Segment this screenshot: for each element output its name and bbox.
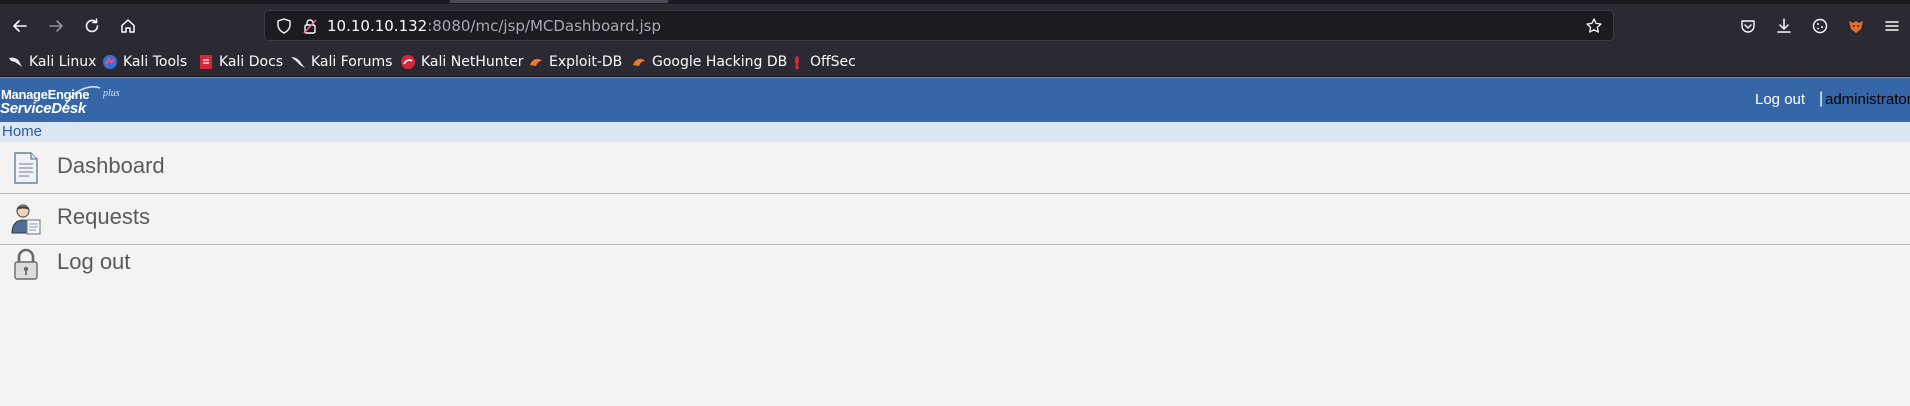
logo-edition: plus [103,88,120,99]
arrow-right-icon [49,20,63,32]
url-text[interactable]: 10.10.10.132:8080/mc/jsp/MCDashboard.jsp [327,17,661,35]
servicedesk-logo[interactable]: ManageEngine ServiceDesk plus [0,82,125,120]
foxyproxy-button[interactable] [1844,14,1868,38]
hamburger-menu-icon [1885,21,1899,31]
bookmark-kali-docs[interactable]: Kali Docs [198,52,283,72]
home-button[interactable] [114,12,142,40]
breadcrumb-home-link[interactable]: Home [2,123,42,140]
breadcrumb: Home [0,122,1910,142]
header-separator: | [1819,90,1824,107]
kali-forums-icon [291,57,305,68]
exploit-db-icon [530,58,542,66]
bookmark-label: OffSec [810,54,856,70]
bookmark-label: Kali Tools [123,54,188,70]
header-username[interactable]: administrator [1825,91,1910,108]
menu-label-requests: Requests [57,204,150,229]
forward-button[interactable] [42,12,70,40]
arrow-left-icon [13,20,27,32]
active-tab[interactable] [450,0,668,3]
bookmark-label: Kali Linux [29,54,97,70]
bookmark-google-hacking-db[interactable]: Google Hacking DB [631,52,787,72]
menu-item-logout[interactable]: Log out [0,245,1910,285]
kali-docs-icon [200,55,212,69]
tracking-shield-icon[interactable] [275,17,293,35]
back-button[interactable] [6,12,34,40]
app-menu-button[interactable] [1880,14,1904,38]
kali-dragon-icon [9,57,22,67]
downloads-button[interactable] [1772,14,1796,38]
document-icon [14,152,38,184]
url-path: :8080/mc/jsp/MCDashboard.jsp [427,17,662,35]
bookmark-kali-nethunter[interactable]: Kali NetHunter [400,52,523,72]
bookmark-star-icon[interactable] [1585,17,1603,35]
header-logout-link[interactable]: Log out [1755,91,1805,108]
pocket-icon [1741,20,1755,33]
offsec-icon [794,55,800,69]
home-icon [121,19,135,33]
menu-item-dashboard[interactable]: Dashboard [0,142,1910,193]
extensions-button[interactable] [1808,14,1832,38]
url-host: 10.10.10.132 [327,17,428,35]
fox-extension-icon [1849,21,1863,33]
app-header: ManageEngine ServiceDesk plus Log out | … [0,77,1910,122]
reload-button[interactable] [78,12,106,40]
bookmark-offsec[interactable]: OffSec [789,52,856,72]
bookmark-label: Kali NetHunter [421,54,524,70]
bookmark-label: Kali Docs [219,54,284,70]
kali-tools-icon [103,55,117,69]
bookmarks-toolbar: Kali Linux Kali Tools Kali Docs Kali For… [0,47,1910,77]
bookmark-kali-tools[interactable]: Kali Tools [102,52,187,72]
logo-product: ServiceDesk [0,100,86,117]
url-bar[interactable]: 10.10.10.132:8080/mc/jsp/MCDashboard.jsp [264,10,1614,41]
menu-label-dashboard: Dashboard [57,153,165,178]
menu-item-requests[interactable]: Requests [0,194,1910,244]
kali-nethunter-icon [401,55,415,69]
reload-icon [85,18,99,33]
download-icon [1777,18,1791,33]
bookmark-label: Kali Forums [311,54,393,70]
bookmark-kali-linux[interactable]: Kali Linux [8,52,96,72]
bookmark-exploit-db[interactable]: Exploit-DB [528,52,622,72]
menu-label-logout: Log out [57,249,131,274]
bookmark-kali-forums[interactable]: Kali Forums [290,52,392,72]
insecure-lock-icon[interactable] [301,17,319,35]
google-hacking-db-icon [633,58,645,66]
requester-icon [11,204,41,235]
bookmark-label: Google Hacking DB [652,54,788,70]
bookmark-label: Exploit-DB [549,54,623,70]
browser-navbar: 10.10.10.132:8080/mc/jsp/MCDashboard.jsp [0,4,1910,47]
cookie-icon [1812,18,1828,34]
padlock-icon [14,248,38,280]
pocket-button[interactable] [1736,14,1760,38]
